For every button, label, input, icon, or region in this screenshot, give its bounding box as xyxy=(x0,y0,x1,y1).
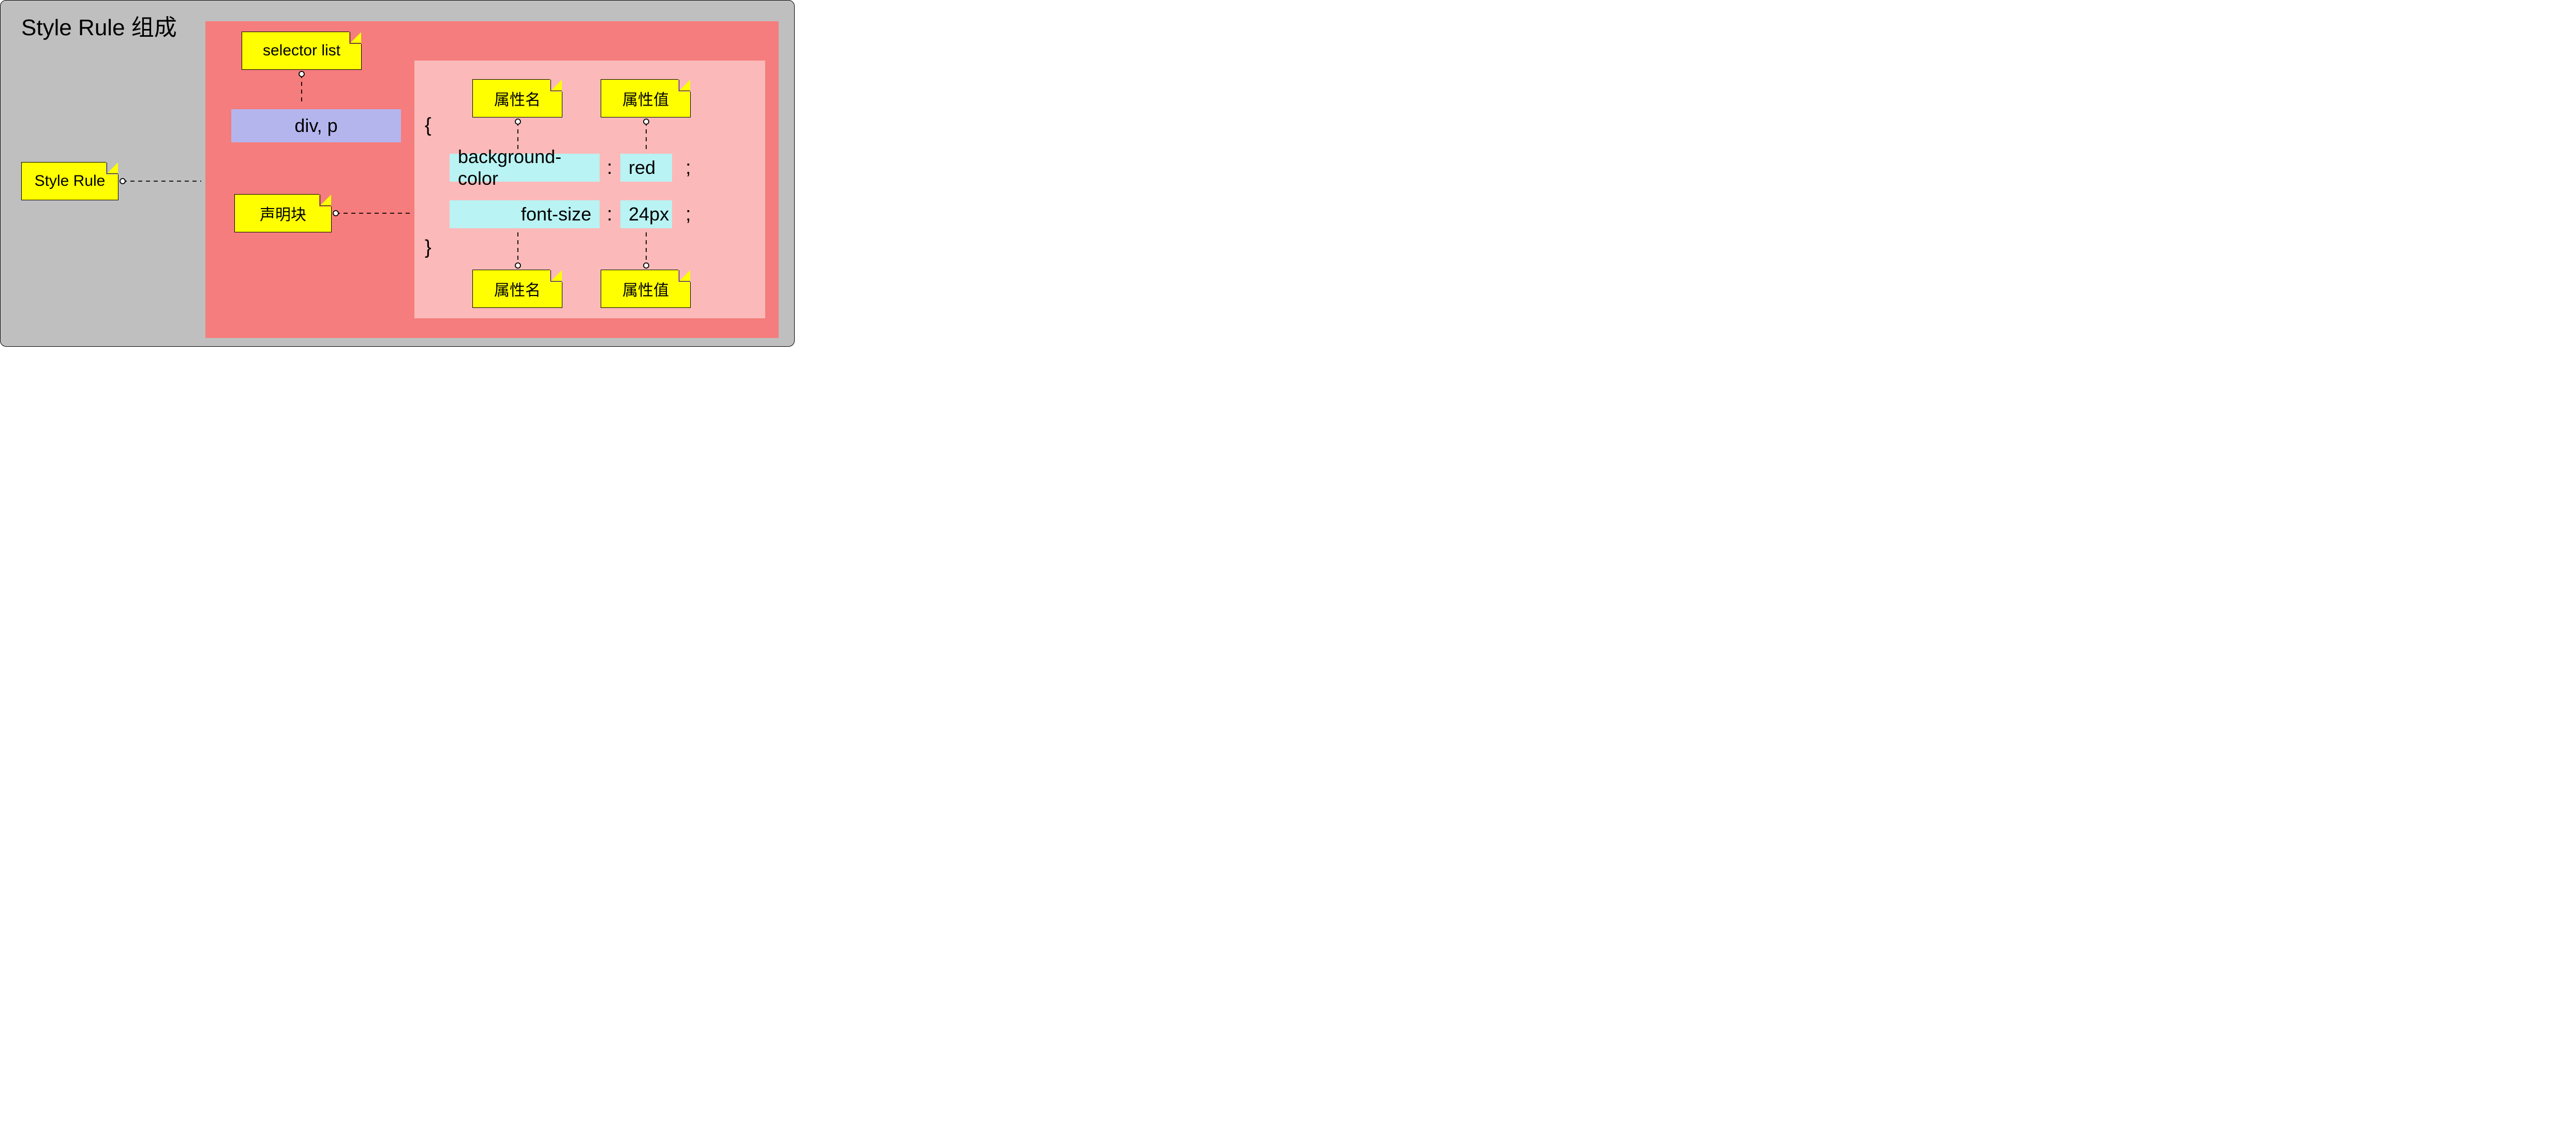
open-brace: { xyxy=(425,114,431,137)
note-style-rule: Style Rule xyxy=(21,162,118,200)
semicolon-1: ; xyxy=(686,157,691,179)
property-name-2: font-size xyxy=(450,200,600,228)
property-value-1: red xyxy=(620,154,672,182)
note-label: 属性名 xyxy=(494,277,541,300)
colon-1: : xyxy=(607,157,613,179)
selector-text: div, p xyxy=(294,115,337,137)
note-prop-name-bottom: 属性名 xyxy=(472,270,562,308)
value-text: 24px xyxy=(629,203,669,225)
value-text: red xyxy=(629,157,656,179)
note-label: 属性值 xyxy=(622,87,669,110)
semicolon-2: ; xyxy=(686,203,691,226)
close-brace: } xyxy=(425,237,431,259)
property-text: background-color xyxy=(458,146,591,189)
diagram-canvas: Style Rule 组成 Style Rule selector list 声… xyxy=(0,0,795,347)
note-label: 声明块 xyxy=(260,202,306,225)
note-prop-name-top: 属性名 xyxy=(472,79,562,117)
note-declaration-block: 声明块 xyxy=(234,194,332,232)
note-label: 属性名 xyxy=(494,87,541,110)
selector-box: div, p xyxy=(231,109,401,142)
property-value-2: 24px xyxy=(620,200,672,228)
note-label: Style Rule xyxy=(35,172,106,190)
note-prop-val-top: 属性值 xyxy=(601,79,691,117)
note-label: selector list xyxy=(263,42,340,60)
note-label: 属性值 xyxy=(622,277,669,300)
declaration-block-box xyxy=(414,61,765,318)
property-name-1: background-color xyxy=(450,154,600,182)
note-selector-list: selector list xyxy=(242,32,362,70)
property-text: font-size xyxy=(521,203,591,225)
diagram-title: Style Rule 组成 xyxy=(21,9,177,42)
note-prop-val-bottom: 属性值 xyxy=(601,270,691,308)
colon-2: : xyxy=(607,203,613,226)
